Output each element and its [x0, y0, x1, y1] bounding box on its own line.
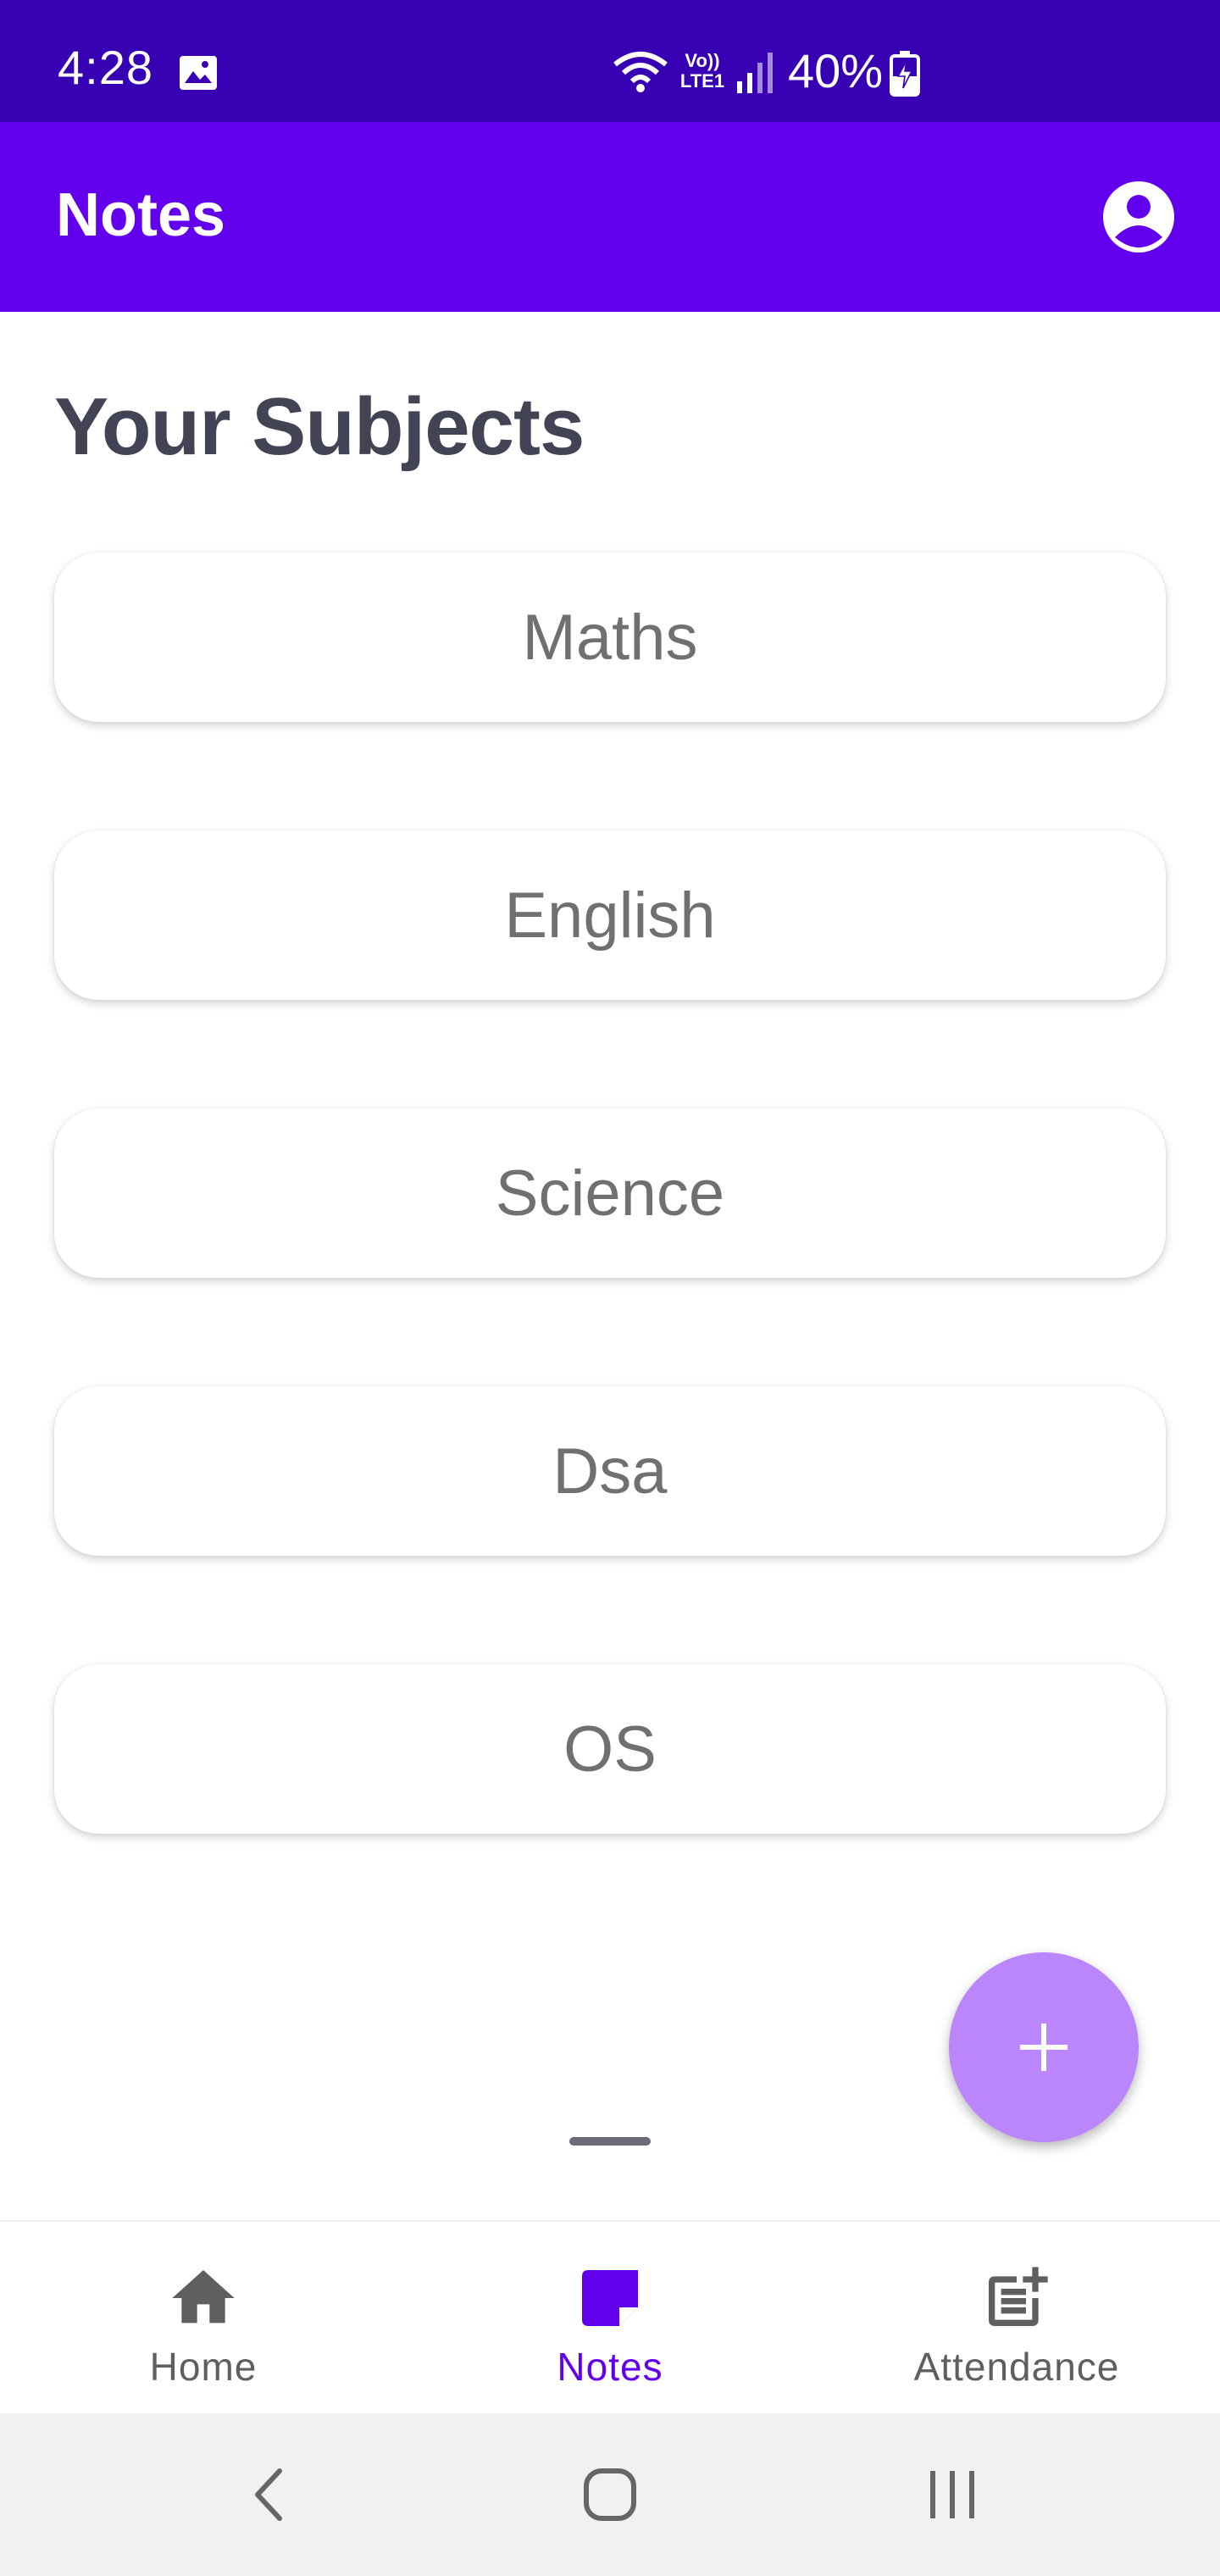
volte-icon: Vo)) LTE1 [679, 50, 725, 92]
subject-card-english[interactable]: English [54, 830, 1166, 1000]
bottom-navigation: Home Notes Attendance [0, 2220, 1220, 2413]
plus-icon [1020, 2024, 1068, 2071]
subject-card-os[interactable]: OS [54, 1664, 1166, 1834]
gallery-icon [180, 56, 217, 90]
battery-charging-icon [890, 51, 920, 97]
post-add-icon [989, 2267, 1048, 2326]
status-time: 4:28 [58, 41, 153, 94]
section-title: Your Subjects [54, 381, 585, 472]
home-circle-icon[interactable] [576, 2461, 644, 2529]
nav-item-home[interactable]: Home [0, 2222, 407, 2415]
nav-label-notes: Notes [557, 2345, 663, 2389]
nav-label-home: Home [149, 2345, 258, 2389]
add-subject-button[interactable] [949, 1952, 1139, 2142]
nav-label-attendance: Attendance [913, 2345, 1120, 2389]
sheet-drag-handle[interactable] [569, 2137, 651, 2146]
back-icon[interactable] [237, 2461, 305, 2529]
account-circle-icon[interactable] [1101, 180, 1176, 254]
app-title: Notes [56, 181, 226, 249]
subject-card-maths[interactable]: Maths [54, 552, 1166, 722]
system-navigation-bar [0, 2413, 1220, 2576]
signal-icon [737, 53, 773, 93]
nav-item-attendance[interactable]: Attendance [813, 2222, 1220, 2415]
app-bar: Notes [0, 122, 1220, 312]
subject-card-science[interactable]: Science [54, 1108, 1166, 1278]
home-icon [172, 2270, 235, 2323]
nav-item-notes[interactable]: Notes [407, 2222, 813, 2415]
battery-percent: 40% [788, 44, 884, 97]
recents-icon[interactable] [918, 2461, 986, 2529]
notes-screen: 4:28 Vo)) LTE1 40% Notes Your Subjects M… [0, 0, 1220, 2576]
wifi-icon [613, 52, 668, 92]
subject-card-dsa[interactable]: Dsa [54, 1386, 1166, 1556]
note-icon [582, 2270, 638, 2326]
status-bar: 4:28 Vo)) LTE1 40% [0, 0, 1220, 122]
